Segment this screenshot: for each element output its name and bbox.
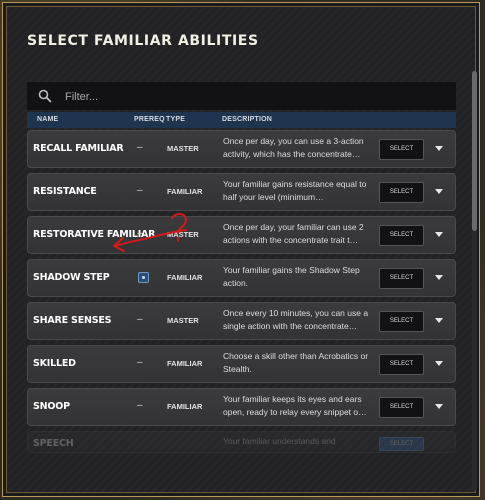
ability-row[interactable]: SHARE SENSES – MASTER Once every 10 minu…: [27, 302, 456, 340]
chevron-down-icon[interactable]: [435, 146, 443, 151]
select-button[interactable]: SELECT: [379, 225, 424, 246]
select-button[interactable]: SELECT: [379, 354, 424, 375]
ability-description: Once per day, you can use a 3-action act…: [223, 136, 364, 159]
ability-prereq: –: [137, 142, 143, 153]
chevron-down-icon[interactable]: [435, 275, 443, 280]
ability-description: Your familiar gains the Shadow Step acti…: [223, 265, 360, 288]
ability-description: Your familiar gains resistance equal to …: [223, 179, 367, 202]
column-header-type[interactable]: TYPE: [166, 116, 185, 123]
select-button[interactable]: SELECT: [379, 437, 424, 451]
ability-type: FAMILIAR: [167, 187, 203, 196]
scrollbar-thumb[interactable]: [472, 71, 477, 231]
ability-row[interactable]: RECALL FAMILIAR – MASTER Once per day, y…: [27, 130, 456, 168]
filter-bar: [27, 82, 456, 110]
ability-name: SHARE SENSES: [33, 315, 112, 326]
select-button[interactable]: SELECT: [379, 268, 424, 289]
ability-prereq: –: [137, 228, 143, 239]
ability-name: SPEECH: [33, 438, 74, 449]
ability-row[interactable]: SKILLED – FAMILIAR Choose a skill other …: [27, 345, 456, 383]
ability-description: Your familiar understands and: [223, 436, 336, 446]
ability-row[interactable]: SHADOW STEP FAMILIAR Your familiar gains…: [27, 259, 456, 297]
column-header-name[interactable]: NAME: [37, 116, 58, 123]
chevron-down-icon[interactable]: [435, 404, 443, 409]
ability-type: MASTER: [167, 316, 199, 325]
ability-description: Your familiar keeps its eyes and ears op…: [223, 394, 367, 417]
column-header-prereq[interactable]: PREREQ: [134, 116, 165, 123]
ability-row[interactable]: RESISTANCE – FAMILIAR Your familiar gain…: [27, 173, 456, 211]
dialog-title: SELECT FAMILIAR ABILITIES: [27, 33, 259, 49]
scrollbar[interactable]: [472, 71, 477, 491]
ability-description: Once every 10 minutes, you can use a sin…: [223, 308, 369, 331]
ability-name: SNOOP: [33, 401, 70, 412]
ability-row[interactable]: SPEECH Your familiar understands and SEL…: [27, 431, 456, 453]
filter-input[interactable]: [63, 86, 447, 108]
select-button[interactable]: SELECT: [379, 311, 424, 332]
ability-name: SKILLED: [33, 358, 76, 369]
select-button[interactable]: SELECT: [379, 397, 424, 418]
ability-prereq: –: [137, 400, 143, 411]
ability-prereq: –: [137, 314, 143, 325]
ability-name: SHADOW STEP: [33, 272, 110, 283]
search-icon: [38, 89, 52, 103]
ability-name: RESISTANCE: [33, 186, 97, 197]
ability-row[interactable]: RESTORATIVE FAMILIAR – MASTER Once per d…: [27, 216, 456, 254]
table-header: NAME PREREQ TYPE DESCRIPTION: [27, 112, 456, 128]
chevron-down-icon[interactable]: [435, 318, 443, 323]
select-button[interactable]: SELECT: [379, 139, 424, 160]
ability-type: MASTER: [167, 230, 199, 239]
prerequisite-icon[interactable]: [138, 272, 149, 283]
ability-row[interactable]: SNOOP – FAMILIAR Your familiar keeps its…: [27, 388, 456, 426]
chevron-down-icon[interactable]: [435, 232, 443, 237]
chevron-down-icon[interactable]: [435, 361, 443, 366]
ability-name: RECALL FAMILIAR: [33, 143, 124, 154]
ability-prereq: –: [137, 185, 143, 196]
ability-type: MASTER: [167, 144, 199, 153]
ability-type: FAMILIAR: [167, 359, 203, 368]
ability-type: FAMILIAR: [167, 273, 203, 282]
column-header-description[interactable]: DESCRIPTION: [222, 116, 272, 123]
ability-type: FAMILIAR: [167, 402, 203, 411]
ability-description: Choose a skill other than Acrobatics or …: [223, 351, 369, 374]
select-button[interactable]: SELECT: [379, 182, 424, 203]
ability-prereq: –: [137, 357, 143, 368]
ability-description: Once per day, your familiar can use 2 ac…: [223, 222, 364, 245]
chevron-down-icon[interactable]: [435, 189, 443, 194]
